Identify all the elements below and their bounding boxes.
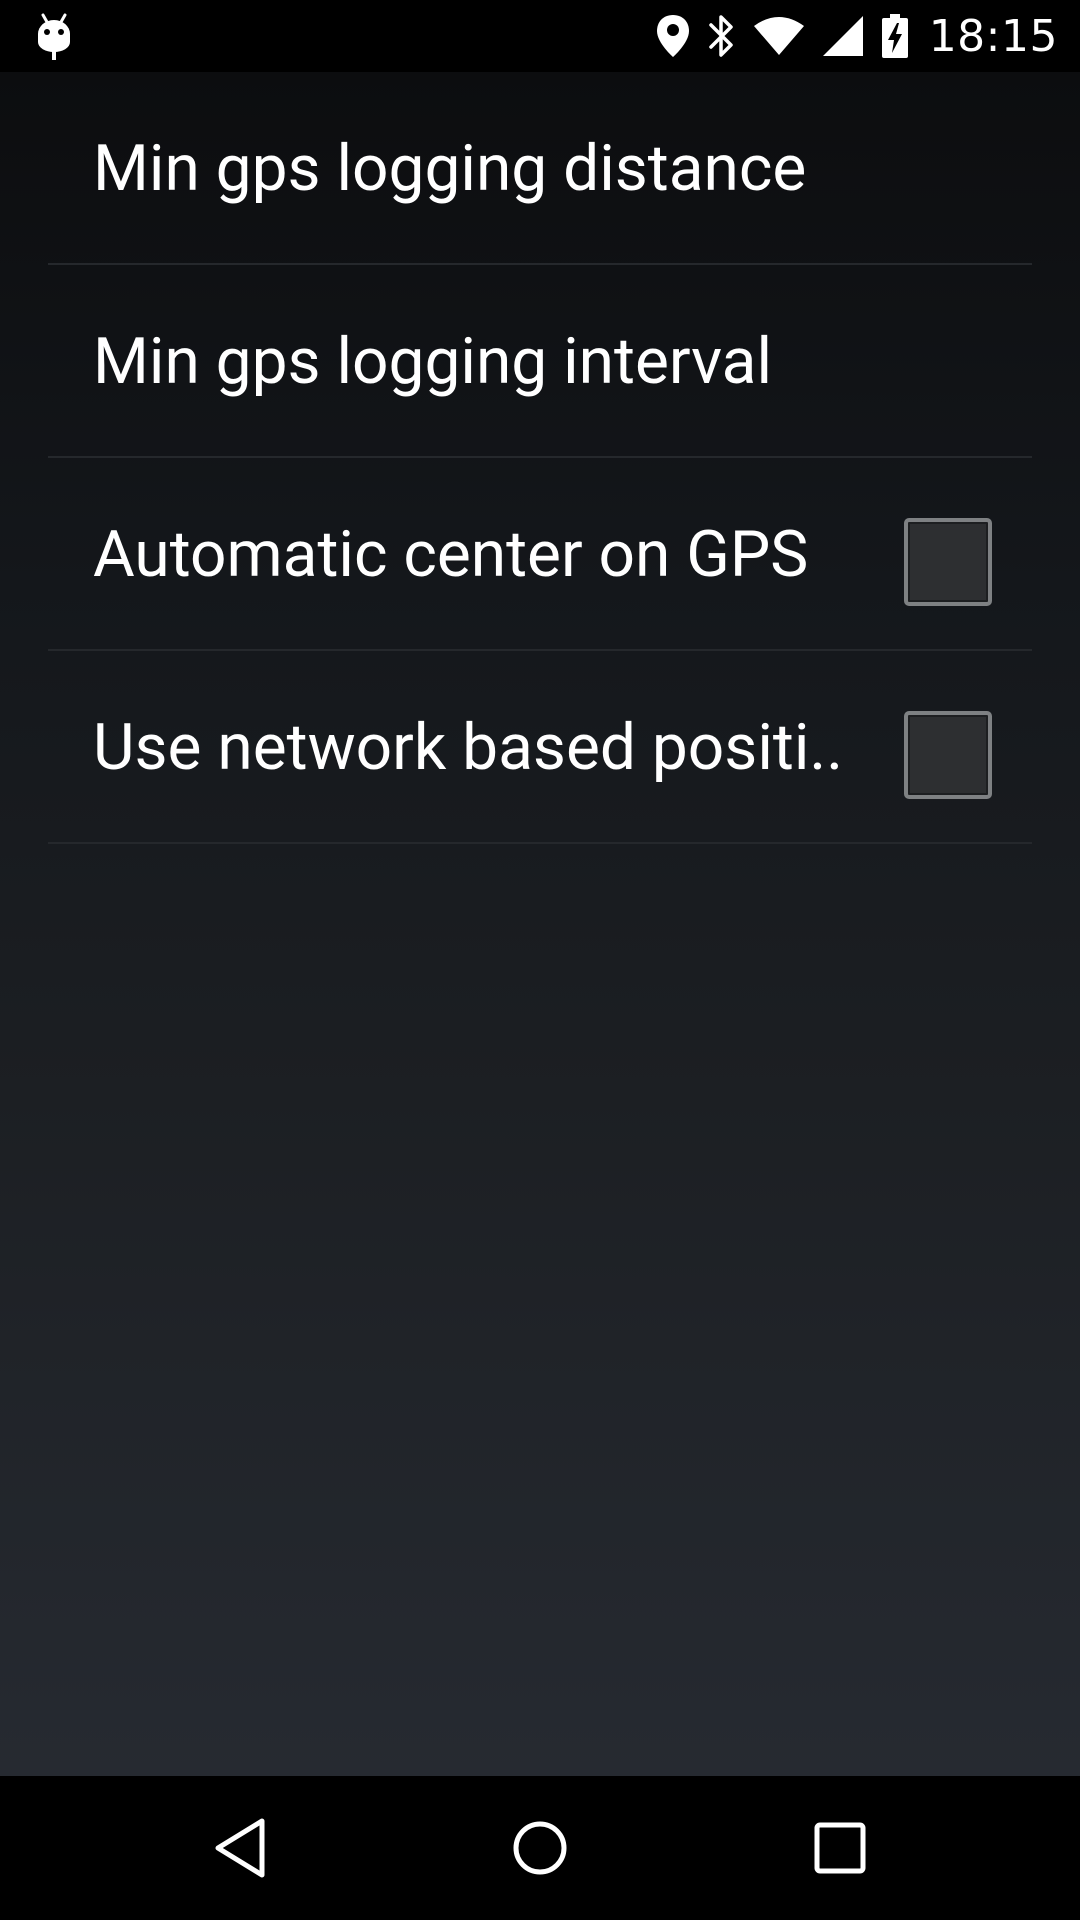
recents-icon [814,1822,866,1874]
home-icon [513,1821,567,1875]
location-icon [656,15,689,57]
status-clock: 18:15 [928,10,1058,62]
network-positioning-checkbox[interactable] [904,711,992,799]
navigation-bar [0,1776,1080,1920]
battery-charging-icon [881,14,908,58]
automatic-center-checkbox[interactable] [904,518,992,606]
pref-title: Automatic center on GPS [93,517,809,592]
pref-title: Min gps logging interval [93,324,773,399]
pref-min-gps-logging-interval[interactable]: Min gps logging interval [48,265,1032,458]
pref-min-gps-logging-distance[interactable]: Min gps logging distance [48,72,1032,265]
pref-use-network-based-positioning[interactable]: Use network based positi.. [48,651,1032,844]
screen: 18:15 Min gps logging distance Min gps l… [0,0,1080,1920]
back-icon [215,1818,265,1878]
status-bar: 18:15 [0,0,1080,72]
cell-signal-icon [822,16,863,56]
wifi-icon [753,17,804,55]
home-button[interactable] [450,1776,630,1920]
pref-title: Use network based positi.. [93,710,844,785]
bluetooth-icon [708,15,733,57]
preference-list: Min gps logging distance Min gps logging… [48,72,1032,844]
status-icons: 18:15 [655,0,1058,72]
pref-title: Min gps logging distance [93,131,807,206]
preferences-screen: Min gps logging distance Min gps logging… [0,72,1080,1776]
back-button[interactable] [150,1776,330,1920]
recents-button[interactable] [750,1776,930,1920]
pref-automatic-center-on-gps[interactable]: Automatic center on GPS [48,458,1032,651]
android-icon [34,12,74,62]
